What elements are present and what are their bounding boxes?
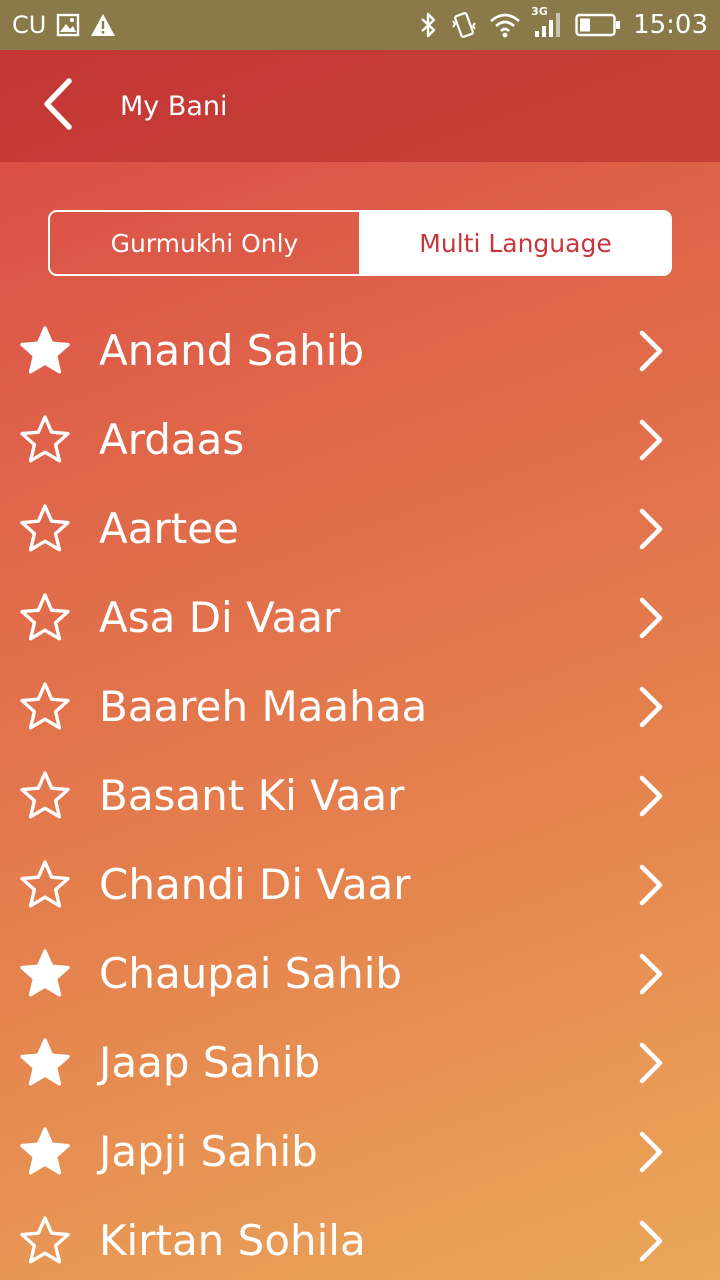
- chevron-right-icon: [636, 507, 666, 551]
- list-item[interactable]: Asa Di Vaar: [0, 573, 720, 662]
- list-item[interactable]: Chandi Di Vaar: [0, 840, 720, 929]
- status-left: CU: [12, 11, 116, 39]
- list-item[interactable]: Aartee: [0, 484, 720, 573]
- star-outline-icon[interactable]: [19, 592, 71, 644]
- list-item[interactable]: Basant Ki Vaar: [0, 751, 720, 840]
- tab-multi-language[interactable]: Multi Language: [361, 212, 670, 274]
- bani-name-label: Basant Ki Vaar: [99, 771, 405, 820]
- bani-name-label: Chaupai Sahib: [99, 949, 403, 998]
- chevron-right-icon: [636, 1130, 666, 1174]
- list-item[interactable]: Chaupai Sahib: [0, 929, 720, 1018]
- bani-list: Anand Sahib Ardaas Aartee Asa Di Vaar Baareh…: [0, 306, 720, 1280]
- bani-name-label: Japji Sahib: [99, 1127, 318, 1176]
- bani-name-label: Ardaas: [99, 415, 245, 464]
- bani-name-label: Baareh Maahaa: [99, 682, 428, 731]
- list-item[interactable]: Anand Sahib: [0, 306, 720, 395]
- back-chevron-icon: [41, 78, 75, 134]
- screen: CU 3G 15:03 My Bani Gurmukhi Only Multi …: [0, 0, 720, 1280]
- chevron-right-icon: [636, 596, 666, 640]
- bani-name-label: Kirtan Sohila: [99, 1216, 366, 1265]
- bani-name-label: Anand Sahib: [99, 326, 365, 375]
- battery-icon: [575, 13, 621, 37]
- bani-name-label: Aartee: [99, 504, 239, 553]
- tab-gurmukhi-only[interactable]: Gurmukhi Only: [50, 212, 361, 274]
- chevron-right-icon: [636, 952, 666, 996]
- warning-icon: [90, 13, 116, 37]
- bani-name-label: Chandi Di Vaar: [99, 860, 411, 909]
- list-item[interactable]: Jaap Sahib: [0, 1018, 720, 1107]
- vibrate-icon: [451, 11, 477, 39]
- star-outline-icon[interactable]: [19, 770, 71, 822]
- chevron-right-icon: [636, 418, 666, 462]
- chevron-right-icon: [636, 774, 666, 818]
- list-item[interactable]: Ardaas: [0, 395, 720, 484]
- star-outline-icon[interactable]: [19, 1215, 71, 1267]
- wifi-icon: [489, 12, 521, 38]
- app-bar: My Bani: [0, 50, 720, 162]
- star-outline-icon[interactable]: [19, 414, 71, 466]
- chevron-right-icon: [636, 329, 666, 373]
- list-item[interactable]: Baareh Maahaa: [0, 662, 720, 751]
- star-outline-icon[interactable]: [19, 859, 71, 911]
- image-icon: [56, 13, 80, 37]
- status-right: 3G 15:03: [419, 5, 708, 40]
- clock: 15:03: [633, 10, 708, 40]
- star-filled-icon[interactable]: [19, 325, 71, 377]
- star-filled-icon[interactable]: [19, 948, 71, 1000]
- star-filled-icon[interactable]: [19, 1037, 71, 1089]
- status-bar: CU 3G 15:03: [0, 0, 720, 50]
- chevron-right-icon: [636, 863, 666, 907]
- page-title: My Bani: [120, 90, 228, 122]
- signal-icon: 3G: [531, 5, 563, 39]
- bani-name-label: Asa Di Vaar: [99, 593, 341, 642]
- carrier-label: CU: [12, 11, 47, 39]
- chevron-right-icon: [636, 1219, 666, 1263]
- chevron-right-icon: [636, 685, 666, 729]
- network-type-label: 3G: [531, 5, 548, 18]
- bluetooth-icon: [419, 11, 439, 39]
- chevron-right-icon: [636, 1041, 666, 1085]
- bani-name-label: Jaap Sahib: [99, 1038, 321, 1087]
- star-outline-icon[interactable]: [19, 503, 71, 555]
- language-mode-toggle: Gurmukhi Only Multi Language: [48, 210, 672, 276]
- back-button[interactable]: [18, 50, 98, 162]
- list-item[interactable]: Japji Sahib: [0, 1107, 720, 1196]
- star-filled-icon[interactable]: [19, 1126, 71, 1178]
- list-item[interactable]: Kirtan Sohila: [0, 1196, 720, 1280]
- star-outline-icon[interactable]: [19, 681, 71, 733]
